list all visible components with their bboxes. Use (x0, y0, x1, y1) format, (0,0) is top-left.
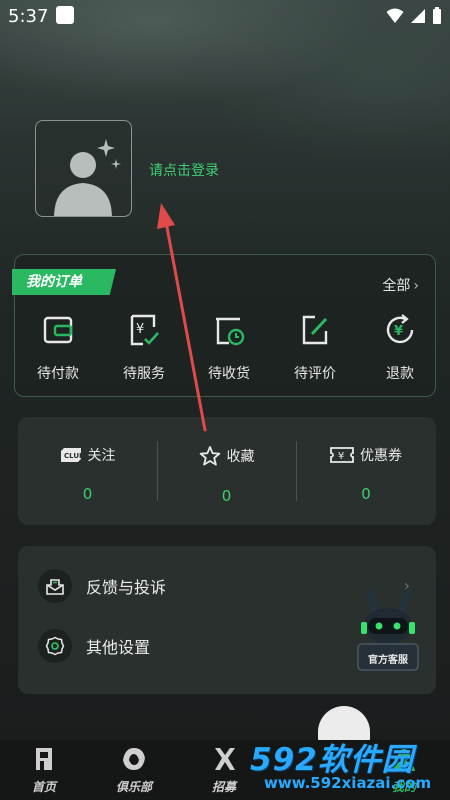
menu-item-label: 反馈与投诉 (86, 578, 167, 597)
my-orders-card: 我的订单 全部 › 待付款 ¥ 待服务 待收货 待评价 ¥ 退款 (12, 254, 436, 397)
wallet-icon (43, 316, 73, 344)
tab-label: 俱乐部 (115, 780, 152, 794)
stat-coupons[interactable]: ¥ 优惠券 0 (296, 417, 436, 525)
status-icons (386, 7, 442, 25)
order-item-label: 待付款 (37, 366, 79, 382)
site-watermark: 592软件园 www.592xiazai.com (250, 732, 450, 800)
stat-favorites[interactable]: 收藏 0 (157, 417, 296, 525)
stat-value: 0 (221, 487, 232, 505)
stat-value: 0 (361, 485, 371, 503)
stat-label: 优惠券 (360, 448, 402, 464)
order-item-label: 待收货 (208, 366, 250, 382)
home-icon (36, 748, 52, 770)
battery-icon (433, 7, 441, 24)
stat-value: 0 (82, 485, 93, 503)
default-avatar-icon (54, 139, 121, 216)
order-item-pending-service[interactable]: ¥ 待服务 (109, 313, 179, 383)
chevron-right-icon: › (413, 278, 419, 294)
service-check-icon: ¥ (130, 314, 159, 346)
login-link[interactable]: 请点击登录 (149, 160, 219, 180)
signal-icon (411, 9, 425, 23)
order-status-list: 待付款 ¥ 待服务 待收货 待评价 ¥ 退款 (15, 313, 435, 383)
stat-label: 收藏 (226, 449, 255, 465)
edit-review-icon (302, 315, 328, 345)
order-item-refund[interactable]: ¥ 退款 (365, 313, 435, 383)
order-item-label: 退款 (386, 366, 414, 382)
menu-item-feedback[interactable]: 反馈与投诉 (38, 568, 378, 604)
mascot-label: 官方客服 (368, 653, 409, 666)
notification-icon (56, 6, 74, 24)
star-icon (199, 446, 220, 466)
delivery-clock-icon (216, 317, 245, 346)
coupon-icon: ¥ (330, 447, 354, 463)
avatar[interactable] (35, 120, 132, 217)
menu-item-other-settings[interactable]: 其他设置 (38, 628, 378, 664)
customer-service-mascot[interactable]: 官方客服 (355, 586, 421, 676)
order-item-pending-payment[interactable]: 待付款 (23, 313, 93, 383)
watermark-brand: 592软件园 (250, 742, 414, 778)
tab-label: 招募 (211, 780, 236, 794)
order-item-label: 待服务 (123, 366, 165, 382)
tab-recruit[interactable]: 招募 (192, 746, 256, 795)
status-bar: 5:37 (0, 0, 450, 34)
recruit-icon (215, 748, 235, 770)
stat-label: 关注 (87, 448, 116, 464)
order-item-pending-receipt[interactable]: 待收货 (194, 313, 264, 383)
feedback-icon (38, 569, 72, 603)
stat-follow[interactable]: CLUB 关注 0 (18, 417, 157, 525)
my-orders-title: 我的订单 (12, 269, 116, 295)
wifi-icon (386, 8, 404, 23)
tab-home[interactable]: 首页 (12, 746, 76, 795)
order-item-label: 待评价 (294, 366, 336, 382)
status-time: 5:37 (8, 6, 49, 27)
club-tab-icon (123, 748, 145, 770)
menu-item-label: 其他设置 (86, 638, 151, 657)
all-orders-label: 全部 (382, 278, 411, 294)
watermark-url: www.592xiazai.com (264, 774, 432, 792)
tab-club[interactable]: 俱乐部 (102, 746, 166, 795)
order-item-pending-review[interactable]: 待评价 (280, 313, 350, 383)
club-icon: CLUB (60, 448, 82, 462)
svg-text:CLUB: CLUB (64, 452, 82, 460)
all-orders-link[interactable]: 全部 › (382, 275, 419, 295)
svg-text:¥: ¥ (394, 324, 403, 339)
user-stats-card: CLUB 关注 0 收藏 0 ¥ 优惠券 0 (18, 417, 436, 525)
tab-label: 首页 (31, 780, 56, 794)
gear-icon (38, 629, 72, 663)
refund-icon: ¥ (386, 314, 414, 344)
svg-text:¥: ¥ (136, 322, 144, 337)
settings-card: 反馈与投诉 › 其他设置 官方客服 (18, 546, 436, 694)
svg-text:¥: ¥ (338, 451, 344, 462)
